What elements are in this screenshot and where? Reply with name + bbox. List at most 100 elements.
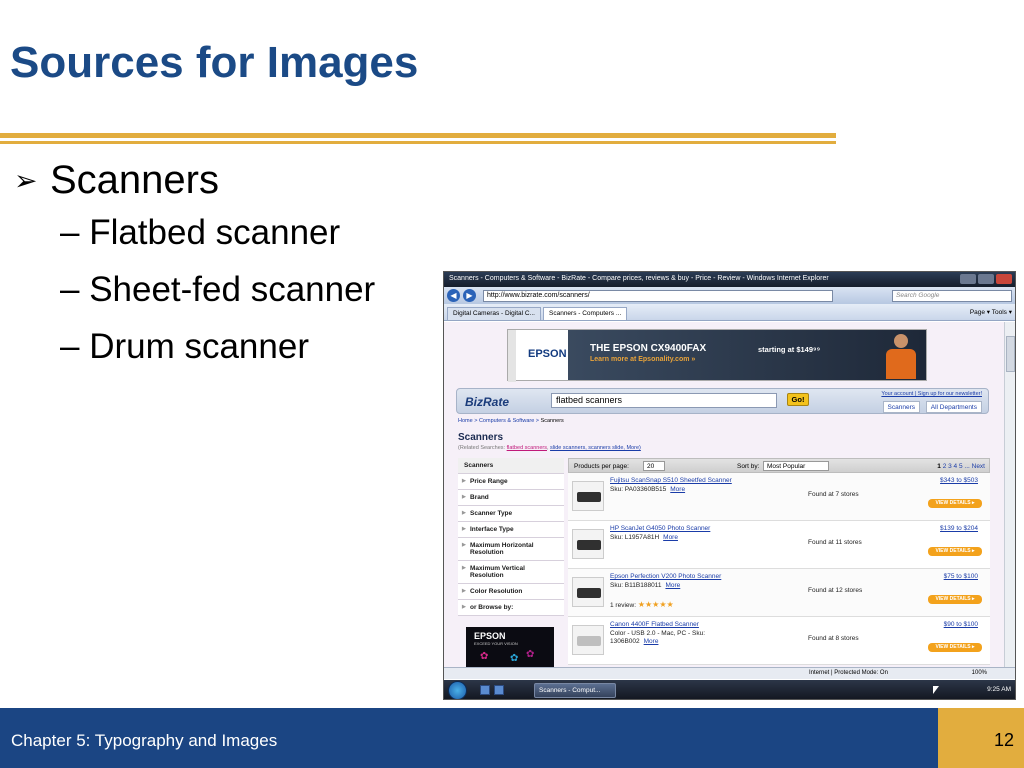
store-count: Found at 11 stores [808, 539, 862, 546]
page-title: Scanners [458, 432, 504, 443]
related-links[interactable]: slide scanners, scanners slide, More) [550, 445, 641, 451]
facet-item[interactable]: ▶ Brand [458, 490, 564, 506]
ad-person-image [883, 332, 919, 380]
sub-bullet-flatbed: – Flatbed scanner [60, 212, 341, 252]
tab-digital-cameras[interactable]: Digital Cameras - Digital C... [447, 307, 541, 320]
sku-text: Sku: B11B188011 [610, 582, 662, 589]
title-rule-bottom [0, 141, 836, 144]
vertical-scrollbar[interactable] [1004, 322, 1015, 667]
product-thumbnail[interactable] [572, 625, 604, 655]
price-range-link[interactable]: $139 to $204 [940, 525, 978, 532]
start-button[interactable] [448, 681, 467, 699]
bizrate-logo[interactable]: BizRate [465, 395, 509, 409]
switch-windows-icon[interactable] [494, 685, 504, 695]
ad-side-label [508, 330, 516, 382]
view-details-button[interactable]: VIEW DETAILS ▸ [928, 643, 982, 652]
facet-label: Price Range [470, 478, 508, 485]
view-details-button[interactable]: VIEW DETAILS ▸ [928, 499, 982, 508]
facet-sidebar: Scanners ▶ Price Range ▶ Brand ▶ Scanner Ty… [458, 458, 564, 616]
bullet-list: ➢ Scanners – Flatbed scanner – Sheet-fed… [14, 156, 375, 375]
related-link-flatbed[interactable]: flatbed scanners [507, 445, 547, 451]
sort-select[interactable]: Most Popular [763, 461, 829, 471]
product-sku: Color - USB 2.0 - Mac, PC - Sku: 1306B00… [610, 630, 738, 646]
close-icon[interactable] [996, 274, 1012, 284]
ad-headline: THE EPSON CX9400FAX [590, 343, 707, 354]
facet-item[interactable]: ▶ or Browse by: [458, 600, 564, 616]
slide-title: Sources for Images [10, 38, 419, 87]
product-thumbnail[interactable] [572, 577, 604, 607]
scroll-thumb[interactable] [1006, 336, 1015, 372]
facet-label: Interface Type [470, 526, 514, 533]
breadcrumb-home[interactable]: Home [458, 418, 473, 424]
facet-item[interactable]: ▶ Price Range [458, 474, 564, 490]
view-details-button[interactable]: VIEW DETAILS ▸ [928, 595, 982, 604]
tab-scanners[interactable]: Scanners - Computers ... [543, 307, 628, 320]
expand-icon: ▶ [462, 478, 466, 484]
price-range-link[interactable]: $343 to $503 [940, 477, 978, 484]
facet-item[interactable]: ▶ Maximum Vertical Resolution [458, 561, 564, 584]
facet-header: Scanners [458, 458, 564, 474]
breadcrumb-computers[interactable]: Computers & Software [479, 418, 534, 424]
expand-icon: ▶ [462, 526, 466, 532]
facet-item[interactable]: ▶ Scanner Type [458, 506, 564, 522]
epson-banner-ad[interactable]: EPSON THE EPSON CX9400FAX Learn more at … [507, 329, 927, 382]
price-range-link[interactable]: $90 to $100 [944, 621, 978, 628]
expand-icon: ▶ [462, 494, 466, 500]
product-search-input[interactable]: flatbed scanners [551, 393, 777, 408]
per-page-select[interactable]: 20 [643, 461, 665, 471]
product-name-link[interactable]: Fujitsu ScanSnap S510 Sheetfed Scanner [610, 477, 732, 484]
mouse-cursor-icon [933, 686, 939, 694]
facet-label: Maximum Horizontal Resolution [470, 542, 534, 556]
more-link[interactable]: More [665, 582, 680, 589]
more-link[interactable]: More [644, 638, 659, 645]
epson-sidebar-promo[interactable]: EPSON EXCEED YOUR VISION ✿ ✿ ✿ [466, 627, 554, 667]
facet-item[interactable]: ▶ Maximum Horizontal Resolution [458, 538, 564, 561]
product-name-link[interactable]: Epson Perfection V200 Photo Scanner [610, 573, 721, 580]
facet-item[interactable]: ▶ Color Resolution [458, 584, 564, 600]
forward-icon[interactable]: ▶ [463, 289, 476, 302]
status-bar: Internet | Protected Mode: On 100% [444, 667, 1015, 679]
product-thumbnail[interactable] [572, 481, 604, 511]
scope-tab-all-departments[interactable]: All Departments [925, 401, 982, 413]
maximize-icon[interactable] [978, 274, 994, 284]
product-sku: Sku: B11B188011 More [610, 582, 680, 590]
product-name-link[interactable]: HP ScanJet G4050 Photo Scanner [610, 525, 710, 532]
bullet-text: Scanners [50, 157, 219, 202]
sub-bullet-sheetfed: – Sheet-fed scanner [60, 269, 376, 309]
facet-label: Brand [470, 494, 489, 501]
command-bar[interactable]: Page ▾ Tools ▾ [970, 308, 1012, 316]
breadcrumb-current: Scanners [540, 418, 564, 424]
page-links[interactable]: 2 3 4 5 ... Next [943, 463, 985, 470]
browser-search-input[interactable]: Search Google [892, 289, 1012, 302]
review-info[interactable]: 1 review: ★★★★★ [610, 600, 674, 609]
store-count: Found at 7 stores [808, 491, 859, 498]
product-row: Fujitsu ScanSnap S510 Sheetfed Scanner S… [568, 473, 990, 521]
facet-label: Scanner Type [470, 510, 513, 517]
scope-tab-scanners[interactable]: Scanners [882, 401, 920, 413]
go-button[interactable]: Go! [787, 393, 809, 406]
back-icon[interactable]: ◀ [447, 289, 460, 302]
results-panel: Products per page: 20 Sort by: Most Popu… [568, 458, 990, 665]
star-rating-icon: ★★★★★ [637, 600, 674, 609]
more-link[interactable]: More [663, 534, 678, 541]
browser-tab-strip: Digital Cameras - Digital C... Scanners … [444, 304, 1015, 321]
product-sku: Sku: PA03360B515 More [610, 486, 685, 494]
current-page: 1 [937, 463, 941, 470]
pagination[interactable]: 1 2 3 4 5 ... Next [937, 463, 985, 470]
ad-subline[interactable]: Learn more at Epsonality.com » [590, 356, 695, 363]
price-range-link[interactable]: $75 to $100 [944, 573, 978, 580]
facet-label: Maximum Vertical Resolution [470, 565, 525, 579]
product-thumbnail[interactable] [572, 529, 604, 559]
more-link[interactable]: More [670, 486, 685, 493]
zoom-level[interactable]: 100% [972, 670, 987, 676]
url-input[interactable]: http://www.bizrate.com/scanners/ [483, 289, 833, 302]
account-links[interactable]: Your account | Sign up for our newslette… [881, 391, 982, 397]
facet-item[interactable]: ▶ Interface Type [458, 522, 564, 538]
ad-price: starting at $149⁹⁹ [758, 345, 821, 354]
page-number-box: 12 [938, 708, 1024, 768]
minimize-icon[interactable] [960, 274, 976, 284]
product-name-link[interactable]: Canon 4400F Flatbed Scanner [610, 621, 699, 628]
view-details-button[interactable]: VIEW DETAILS ▸ [928, 547, 982, 556]
show-desktop-icon[interactable] [480, 685, 490, 695]
taskbar-ie-window[interactable]: Scanners - Comput... [534, 683, 616, 698]
